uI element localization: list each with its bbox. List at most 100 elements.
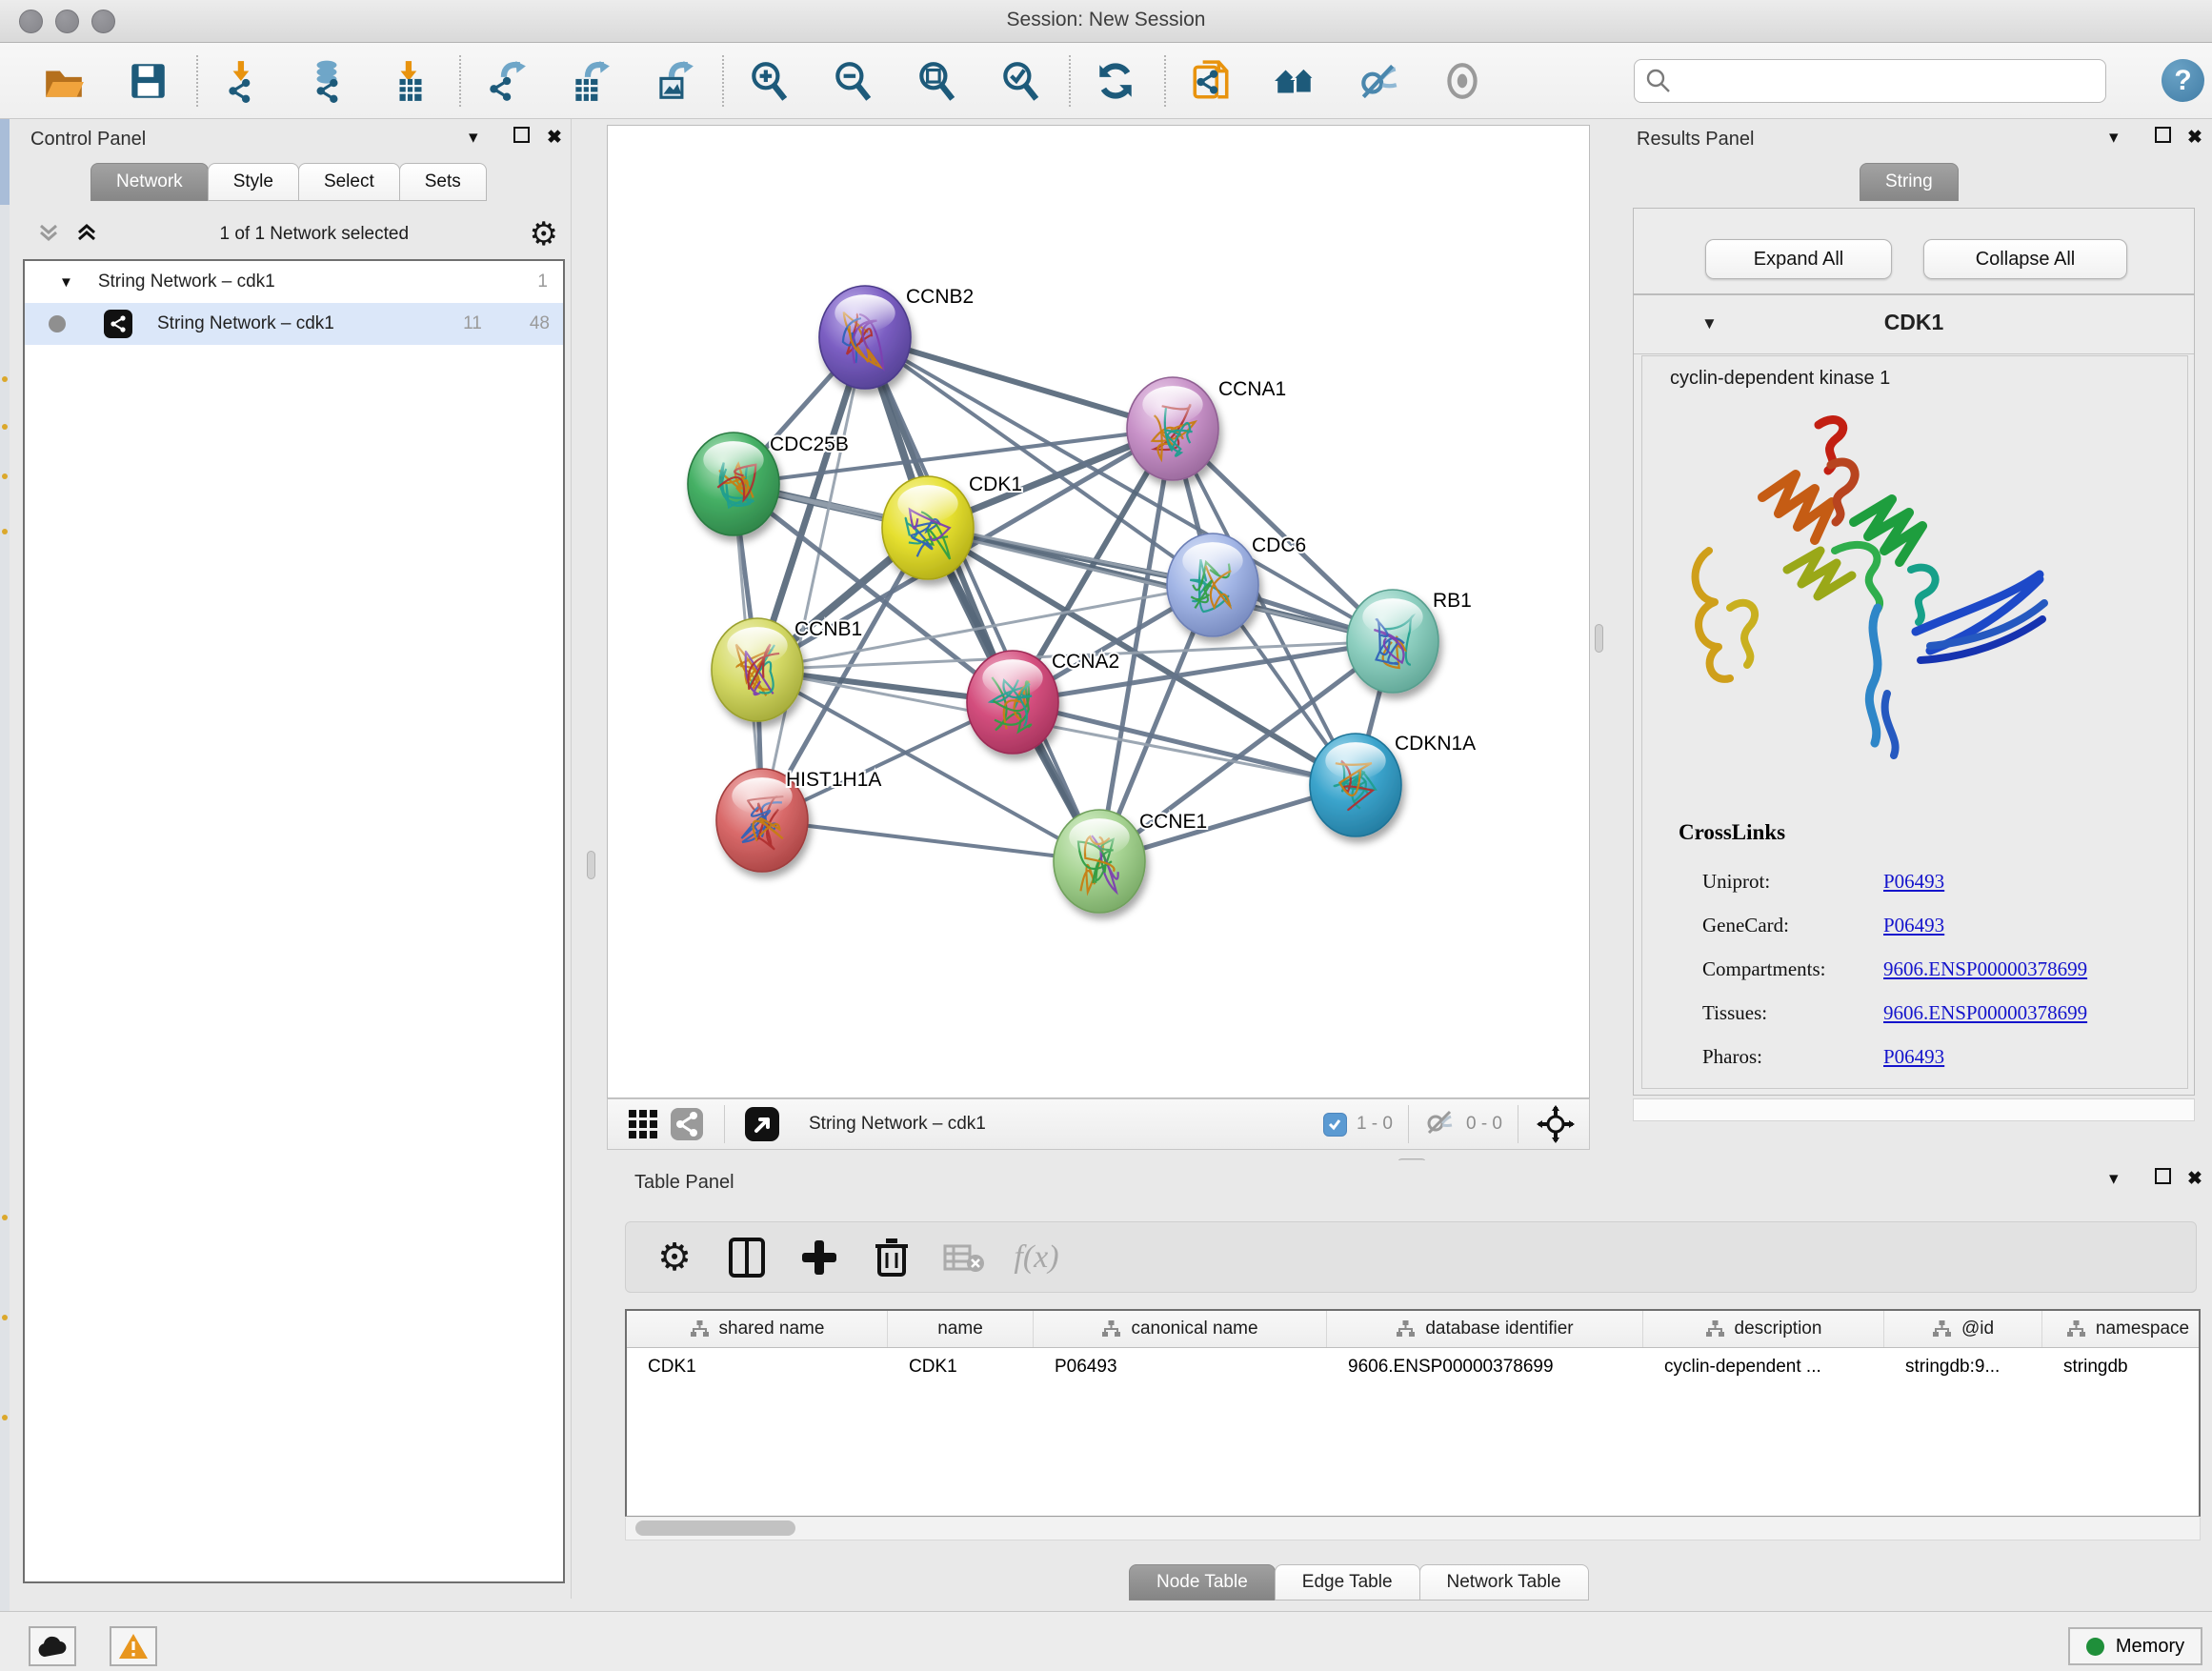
table-options-gear-icon[interactable]: ⚙ (653, 1236, 696, 1279)
crosslink-link[interactable]: 9606.ENSP00000378699 (1883, 957, 2087, 981)
expand-all-networks-icon[interactable] (74, 220, 99, 250)
control-panel-close-icon[interactable]: ✖ (547, 127, 562, 149)
network-row[interactable]: String Network – cdk1 11 48 (25, 303, 563, 345)
cloud-button[interactable] (29, 1626, 76, 1666)
tab-network-table[interactable]: Network Table (1419, 1564, 1589, 1601)
collapse-all-networks-icon[interactable] (36, 220, 61, 250)
control-panel-float-icon[interactable] (513, 127, 530, 149)
import-table-file-button[interactable] (389, 59, 432, 103)
table-panel-menu-icon[interactable]: ▾ (2109, 1168, 2119, 1190)
network-node[interactable] (1347, 590, 1438, 693)
network-edge[interactable] (762, 820, 1099, 861)
tab-edge-table[interactable]: Edge Table (1275, 1564, 1420, 1601)
tab-select[interactable]: Select (298, 163, 400, 201)
network-node[interactable] (882, 476, 974, 579)
network-edge[interactable] (762, 337, 865, 820)
column-header-label: name (937, 1319, 983, 1339)
network-collection-row[interactable]: ▼ String Network – cdk1 1 (25, 261, 563, 303)
node-section-header[interactable]: ▼ CDK1 (1634, 295, 2194, 354)
hide-panels-button[interactable] (1357, 59, 1400, 103)
create-column-icon[interactable] (797, 1236, 841, 1279)
network-options-gear-icon[interactable]: ⚙ (530, 218, 558, 251)
network-status-dot (49, 315, 66, 332)
network-node[interactable] (1127, 377, 1218, 480)
import-network-file-button[interactable] (221, 59, 265, 103)
table-cell[interactable]: P06493 (1034, 1348, 1327, 1386)
string-home-button[interactable] (1273, 59, 1317, 103)
zoom-fit-content-button[interactable] (915, 59, 958, 103)
network-node[interactable] (819, 286, 911, 389)
collection-collapse-icon[interactable]: ▼ (59, 274, 73, 291)
network-node[interactable] (712, 618, 803, 721)
open-session-button[interactable] (42, 59, 86, 103)
import-network-database-button[interactable] (305, 59, 349, 103)
column-header-namespace[interactable]: namespace (2042, 1311, 2201, 1347)
pan-crosshair-icon[interactable] (1534, 1102, 1578, 1146)
collapse-all-button[interactable]: Collapse All (1923, 239, 2127, 279)
help-button[interactable]: ? (2162, 59, 2204, 102)
share-view-icon[interactable] (665, 1102, 709, 1146)
node-table[interactable]: shared name name canonical namedatabase id… (625, 1309, 2201, 1517)
table-cell[interactable]: CDK1 (888, 1348, 1034, 1386)
network-edge[interactable] (865, 337, 1099, 861)
tab-string[interactable]: String (1860, 163, 1959, 201)
table-cell[interactable]: 9606.ENSP00000378699 (1327, 1348, 1643, 1386)
left-splitter-handle[interactable] (587, 851, 595, 879)
memory-button[interactable]: Memory (2068, 1627, 2202, 1665)
zoom-selected-button[interactable] (998, 59, 1042, 103)
crosslink-link[interactable]: P06493 (1883, 870, 1944, 894)
tab-sets[interactable]: Sets (399, 163, 487, 201)
show-columns-icon[interactable] (725, 1236, 769, 1279)
table-cell[interactable]: cyclin-dependent ... (1643, 1348, 1884, 1386)
show-panel-button[interactable] (1440, 59, 1484, 103)
table-panel-close-icon[interactable]: ✖ (2187, 1168, 2202, 1190)
results-panel-float-icon[interactable] (2155, 127, 2171, 149)
right-splitter-handle[interactable] (1595, 624, 1603, 653)
delete-column-icon[interactable] (870, 1236, 914, 1279)
gene-name: CDK1 (1634, 310, 2194, 335)
network-node[interactable] (1310, 734, 1401, 836)
export-network-button[interactable] (484, 59, 528, 103)
control-panel-menu-icon[interactable]: ▾ (469, 127, 478, 149)
network-node[interactable] (1054, 810, 1145, 913)
grid-view-icon[interactable] (621, 1102, 665, 1146)
column-header-description[interactable]: description (1643, 1311, 1884, 1347)
column-header-canonical-name[interactable]: canonical name (1034, 1311, 1327, 1347)
column-header-shared-name[interactable]: shared name (627, 1311, 888, 1347)
table-cell[interactable]: stringdb:9... (1884, 1348, 2042, 1386)
network-canvas[interactable]: CCNB2CCNA1CDC25BCDK1CDC6RB1CCNB1CCNA2CDK… (607, 125, 1590, 1098)
birdseye-view-icon[interactable] (740, 1102, 784, 1146)
crosslink-link[interactable]: 9606.ENSP00000378699 (1883, 1001, 2087, 1025)
tab-network[interactable]: Network (90, 163, 209, 201)
scrollbar-thumb[interactable] (635, 1520, 795, 1536)
crosslink-link[interactable]: P06493 (1883, 1045, 1944, 1069)
zoom-in-button[interactable] (747, 59, 791, 103)
search-input[interactable] (1634, 59, 2106, 103)
apply-preferred-layout-button[interactable] (1094, 59, 1137, 103)
column-header--id[interactable]: @id (1884, 1311, 2042, 1347)
zoom-out-button[interactable] (831, 59, 875, 103)
selected-nodes-checkbox-icon[interactable] (1323, 1113, 1347, 1137)
table-panel-float-icon[interactable] (2155, 1168, 2171, 1190)
network-node[interactable] (688, 433, 779, 535)
warning-button[interactable] (110, 1626, 157, 1666)
results-panel-close-icon[interactable]: ✖ (2187, 127, 2202, 149)
export-image-button[interactable] (652, 59, 695, 103)
export-table-button[interactable] (568, 59, 612, 103)
table-horizontal-scrollbar[interactable] (625, 1518, 2201, 1540)
save-session-button[interactable] (126, 59, 170, 103)
crosslink-link[interactable]: P06493 (1883, 914, 1944, 937)
tab-style[interactable]: Style (208, 163, 299, 201)
column-header-database-identifier[interactable]: database identifier (1327, 1311, 1643, 1347)
tab-node-table[interactable]: Node Table (1129, 1564, 1276, 1601)
table-cell[interactable]: CDK1 (627, 1348, 888, 1386)
network-node[interactable] (1167, 534, 1258, 636)
network-node[interactable] (967, 651, 1058, 754)
column-header-name[interactable]: name (888, 1311, 1034, 1347)
string-document-button[interactable] (1189, 59, 1233, 103)
results-panel-menu-icon[interactable]: ▾ (2109, 127, 2119, 149)
table-cell[interactable]: stringdb (2042, 1348, 2201, 1386)
network-edge[interactable] (865, 337, 1173, 429)
toolbar-separator (1164, 55, 1166, 107)
expand-all-button[interactable]: Expand All (1705, 239, 1892, 279)
